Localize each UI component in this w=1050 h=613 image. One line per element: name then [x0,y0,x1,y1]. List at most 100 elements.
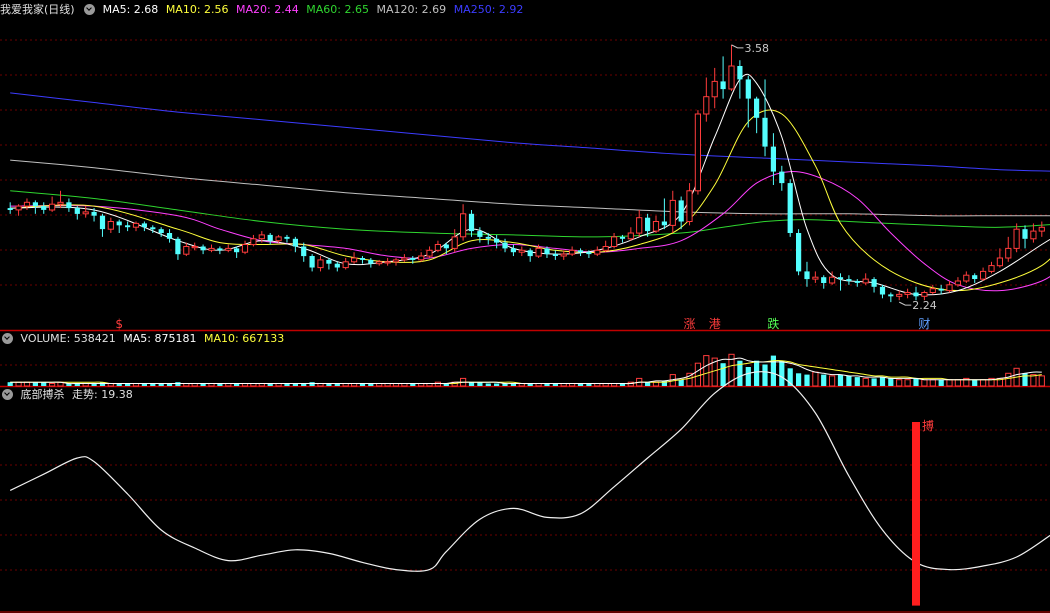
candle-body [116,221,122,226]
candle-body [91,211,97,216]
candle-body [426,249,433,257]
volume-bar [494,383,500,386]
candle-body [586,252,592,255]
candle-body [200,246,206,251]
candle-body [284,236,290,239]
candle-body [720,81,726,90]
candle-body [418,255,425,261]
candle-body [954,280,961,286]
stock-title: 我爱我家(日线) [0,3,75,16]
volume-bar [485,383,491,386]
ma250-label: MA250: 2.92 [453,3,524,16]
candle-body [812,276,819,280]
candle-body [737,66,743,80]
volume-bar [929,379,936,387]
candle-body [745,79,751,99]
candle-body [267,234,273,241]
candle-body [535,247,542,257]
candle-body [703,96,710,115]
volume-bar [762,364,768,386]
candle-body [334,263,340,268]
candle-body [191,246,198,249]
volume-bar [854,377,860,386]
candle-body [754,98,760,118]
candle-body [972,275,978,279]
ma20-label: MA20: 2.44 [236,3,299,16]
candle-body [1005,247,1012,259]
volume-dropdown-icon[interactable] [2,333,13,344]
candle-body [410,258,416,260]
candle-body [99,215,106,230]
volume-bar [720,363,726,386]
candle-body [913,292,919,297]
price-annotation-label: 2.24 [912,299,937,312]
candle-body [32,202,38,207]
candle-body [1030,230,1037,240]
candle-body [946,284,953,292]
signal-bar [912,422,920,606]
indicator-dropdown-icon[interactable] [2,389,13,400]
main-dropdown-icon[interactable] [84,4,96,15]
candle-body [258,234,265,240]
candle-body [234,248,240,253]
candle-body [577,250,584,253]
candle-body [125,225,131,228]
volume-bar [1038,375,1045,387]
candle-body [988,265,995,272]
volume-bar [862,377,869,387]
candle-body [627,232,634,240]
candle-body [107,221,114,230]
volume-bar [837,374,844,386]
candle-body [821,277,827,283]
volume-bar [745,367,751,386]
candle-body [7,208,13,210]
candle-body [141,223,147,228]
candle-body [468,213,475,232]
candle-body [544,248,550,255]
candle-body [862,278,869,284]
candle-body [871,279,877,287]
trend-line [9,371,1050,572]
candle-body [494,238,500,243]
indicator-title: 底部搏杀 [20,388,65,401]
candle-body [23,201,31,207]
candle-body [938,288,944,291]
candle-body [15,205,22,211]
candle-body [552,254,558,256]
price-annotation-leader [731,44,744,49]
candle-body [132,222,140,228]
volume-bar [703,355,710,387]
candle-body [569,249,576,255]
candle-body [301,246,307,257]
candle-body [829,276,836,284]
candle-body [451,236,458,249]
candle-body [611,236,618,247]
volume-bar [946,379,953,387]
candle-body [728,65,735,90]
ma120-line [10,159,1050,217]
candle-body [711,80,718,98]
candle-body [175,238,181,255]
indicator-header: 底部搏杀 走势: 19.38 [0,386,137,404]
candle-body [929,288,936,294]
volume-bar [980,379,987,387]
candle-body [996,257,1003,267]
candle-body [1013,228,1020,249]
volume-bar [309,382,315,386]
candle-body [502,242,508,249]
candle-body [401,257,408,261]
candle-body [41,206,47,210]
ma10-label: MA10: 2.56 [165,3,229,16]
volume-bar [779,360,785,386]
candle-body [158,229,164,233]
volume-bar [175,382,181,386]
candle-body [779,171,785,184]
volume-bar [1022,373,1028,386]
candle-body [854,281,860,283]
ma5-label: MA5: 2.68 [102,3,159,16]
candle-body [921,292,928,297]
volume-bar [821,374,827,386]
main-chart-header: 我爱我家(日线) MA5: 2.68 MA10: 2.56 MA20: 2.44… [0,1,527,19]
candle-body [518,249,525,253]
volume-bar [694,362,701,387]
